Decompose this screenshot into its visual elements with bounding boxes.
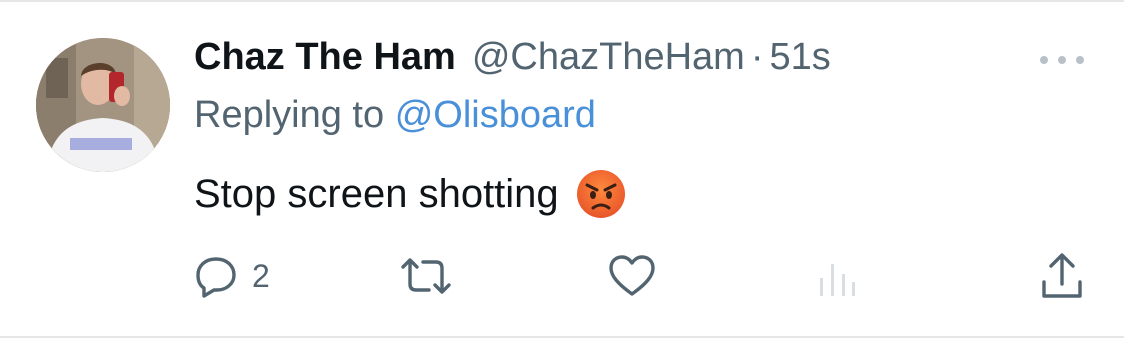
tweet-card[interactable]: Chaz The Ham @ChazTheHam · 51s Replying … [0, 0, 1124, 338]
more-dot [1076, 56, 1084, 64]
timestamp[interactable]: 51s [769, 36, 830, 79]
heart-icon [609, 255, 655, 296]
reply-count: 2 [252, 257, 270, 294]
like-button[interactable] [608, 248, 656, 304]
action-bar: 2 [0, 248, 1124, 304]
replying-to: Replying to @Olisboard [194, 94, 596, 137]
avatar-photo [36, 38, 170, 172]
more-options-icon[interactable] [1040, 52, 1084, 68]
tweet-header: Chaz The Ham @ChazTheHam · 51s [194, 36, 831, 84]
share-icon [1042, 253, 1082, 298]
tweet-text: Stop screen shotting [194, 168, 627, 220]
more-dot [1058, 56, 1066, 64]
tweet-text-content: Stop screen shotting [194, 171, 559, 216]
analytics-icon [820, 264, 855, 296]
angry-face-emoji [575, 168, 627, 220]
reply-icon [196, 257, 236, 298]
display-name[interactable]: Chaz The Ham [194, 36, 456, 79]
reply-button[interactable]: 2 [194, 248, 270, 304]
share-button[interactable] [1040, 248, 1084, 304]
retweet-button[interactable] [398, 248, 454, 304]
replying-to-handle[interactable]: @Olisboard [395, 94, 596, 136]
retweet-icon [401, 258, 451, 294]
replying-to-label: Replying to [194, 94, 385, 136]
more-dot [1040, 56, 1048, 64]
views-button [818, 248, 858, 304]
avatar[interactable] [36, 38, 170, 172]
separator: · [750, 36, 764, 78]
user-handle[interactable]: @ChazTheHam [472, 36, 745, 79]
